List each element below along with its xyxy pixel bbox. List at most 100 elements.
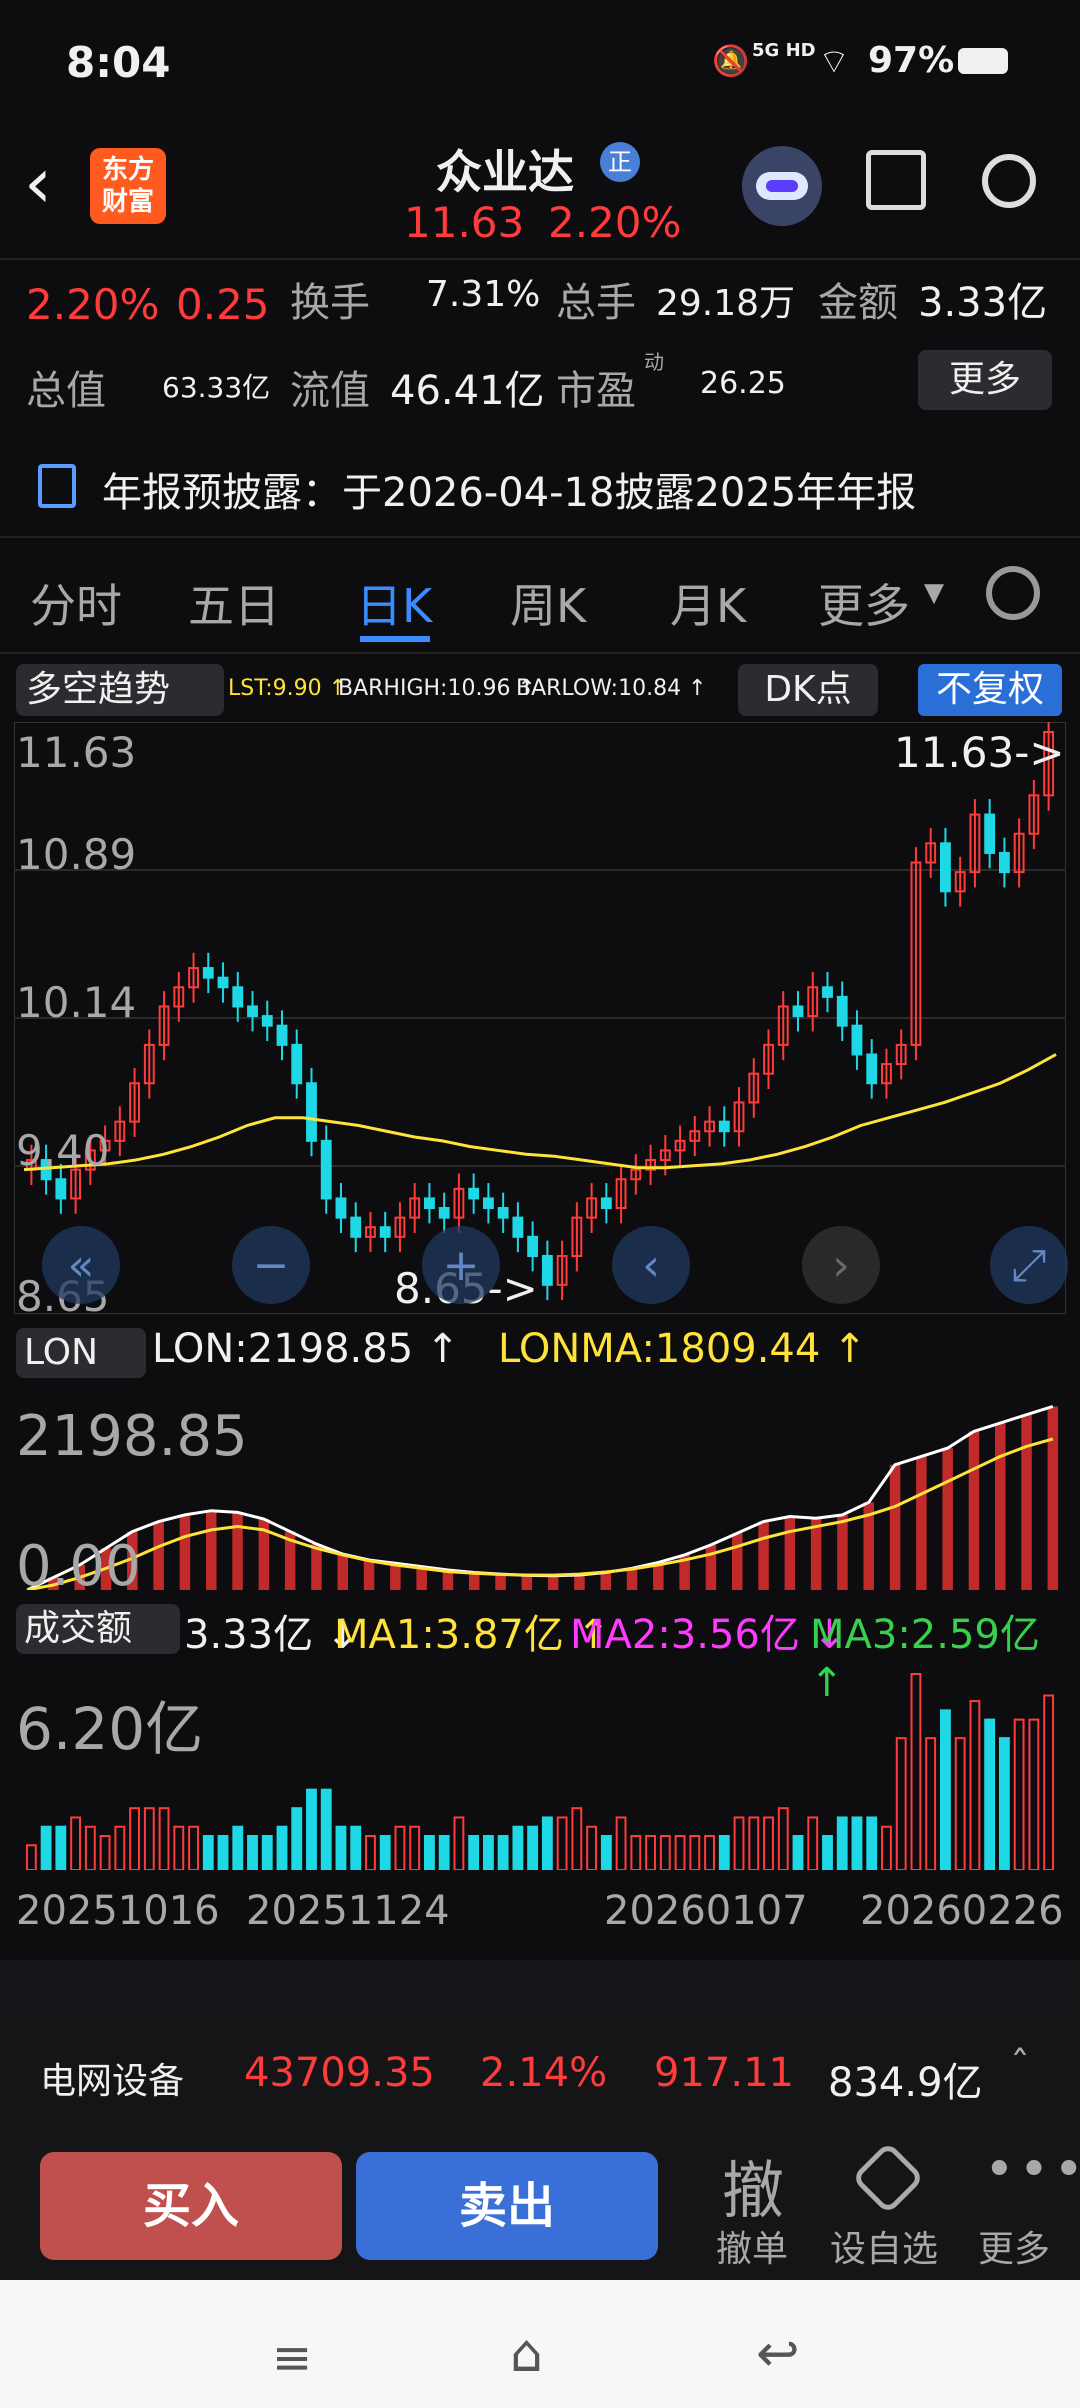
lon-y-top: 2198.85	[16, 1404, 248, 1469]
scroll-start-icon[interactable]: «	[42, 1226, 120, 1304]
add-watchlist-button[interactable]: 设自选	[826, 2140, 946, 2270]
lon-selector[interactable]: LON	[16, 1328, 146, 1378]
battery-label: 97%	[868, 40, 955, 81]
y-label-2: 10.89	[16, 830, 137, 879]
more-quote-button[interactable]: 更多	[918, 350, 1052, 410]
active-tab-indicator	[360, 636, 430, 642]
sell-button[interactable]: 卖出	[356, 2152, 658, 2260]
settings-gear-icon[interactable]	[986, 566, 1040, 620]
candle	[600, 1197, 612, 1210]
volume-bar	[84, 1825, 96, 1870]
share-icon[interactable]	[866, 150, 926, 210]
tab-more[interactable]: 更多	[818, 570, 910, 636]
volume-bar	[954, 1737, 966, 1870]
scroll-left-icon[interactable]: ‹	[612, 1226, 690, 1304]
volume-bar	[541, 1816, 553, 1870]
notice-icon	[38, 464, 76, 508]
lon-bar	[574, 1574, 585, 1590]
volume-bar	[497, 1835, 509, 1870]
vol-y-top: 6.20亿	[16, 1695, 204, 1763]
candle	[541, 1255, 553, 1286]
volume-selector[interactable]: 成交额	[16, 1604, 180, 1654]
volume-bar	[615, 1816, 627, 1870]
candle	[379, 1226, 391, 1238]
volume-bar	[217, 1835, 229, 1870]
indicator-selector[interactable]: 多空趋势	[16, 664, 224, 716]
volume-bar	[55, 1825, 67, 1870]
lonma-value: LONMA:1809.44 ↑	[498, 1326, 867, 1372]
fullscreen-icon[interactable]: ⤢	[990, 1226, 1068, 1304]
home-icon[interactable]: ⌂	[510, 2324, 543, 2384]
candle	[335, 1197, 347, 1219]
chevron-up-icon[interactable]: ˆ	[1010, 2044, 1030, 2090]
volume-bar	[674, 1835, 686, 1870]
kline-chart[interactable]	[14, 722, 1066, 1314]
battery-icon	[958, 48, 1008, 74]
search-icon[interactable]	[982, 154, 1036, 208]
float-label: 流值	[290, 368, 370, 414]
stock-badge: 正	[600, 142, 640, 182]
candle	[217, 976, 229, 989]
turnover-value: 7.31%	[426, 274, 541, 315]
volume-bar	[792, 1835, 804, 1870]
quote-change-pct: 2.20%	[26, 280, 160, 329]
amount-label: 金额	[818, 280, 898, 326]
tab-5day[interactable]: 五日	[188, 570, 280, 636]
lon-bar	[810, 1518, 822, 1590]
app-logo[interactable]: 东方 财富	[90, 148, 166, 224]
dk-point-button[interactable]: DK点	[738, 664, 878, 716]
candle	[497, 1207, 509, 1219]
volume-bar	[600, 1835, 612, 1870]
tab-minute[interactable]: 分时	[30, 570, 122, 636]
assistant-avatar[interactable]	[742, 146, 822, 226]
volume-bar	[851, 1816, 863, 1870]
lon-bar	[968, 1431, 980, 1590]
volume-bar	[969, 1700, 981, 1870]
sector-pct: 2.14%	[480, 2050, 608, 2096]
lon-bar	[600, 1572, 612, 1590]
candle	[866, 1053, 878, 1085]
watchlist-label: 设自选	[830, 2229, 939, 2270]
lon-bar	[311, 1544, 322, 1590]
candle	[527, 1235, 539, 1258]
buy-button[interactable]: 买入	[40, 2152, 342, 2260]
volume-bar	[291, 1807, 303, 1870]
more-actions-button[interactable]: ••• 更多	[962, 2140, 1080, 2270]
float-value: 46.41亿	[390, 368, 545, 414]
volume-bar	[158, 1807, 170, 1870]
lon-bar	[495, 1574, 506, 1590]
panel-gap	[0, 1960, 1080, 2010]
zoom-in-icon[interactable]: +	[422, 1226, 500, 1304]
x-label-4: 20260226	[860, 1888, 1064, 1934]
mute-icon: 🔕	[712, 44, 750, 79]
no-adjust-button[interactable]: 不复权	[918, 664, 1062, 716]
lon-y-bottom: 0.00	[16, 1534, 141, 1599]
barhigh-value: BARHIGH:10.96 ↑	[338, 676, 536, 701]
zoom-out-icon[interactable]: −	[232, 1226, 310, 1304]
logo-line1: 东方	[101, 155, 154, 185]
lon-bar	[784, 1516, 796, 1590]
tab-day-k[interactable]: 日K	[356, 570, 432, 636]
cancel-order-button[interactable]: 撤 撤单	[704, 2140, 824, 2270]
back-nav-icon[interactable]: ↩	[756, 2324, 800, 2384]
volume-bar	[468, 1835, 480, 1870]
volume-bar	[409, 1825, 421, 1870]
lon-bar	[468, 1572, 480, 1590]
menu-icon[interactable]: ≡	[272, 2330, 312, 2386]
tab-week-k[interactable]: 周K	[510, 570, 586, 636]
volume-bar	[910, 1673, 922, 1870]
volume-bar	[143, 1807, 155, 1870]
back-icon[interactable]: ‹	[24, 148, 52, 218]
volume-bar	[114, 1825, 126, 1870]
notice-text[interactable]: 年报预披露：于2026-04-18披露2025年年报	[102, 460, 916, 518]
cancel-big-icon: 撤	[722, 2154, 785, 2227]
scroll-right-icon[interactable]: ›	[802, 1226, 880, 1304]
candle	[836, 995, 848, 1027]
pe-superscript: 动	[644, 350, 664, 374]
tab-month-k[interactable]: 月K	[670, 570, 746, 636]
pe-label: 市盈	[556, 368, 636, 414]
stock-header: ‹ 东方 财富 众业达 正 11.63 2.20%	[0, 130, 1080, 260]
sector-bar[interactable]: 电网设备 43709.35 2.14% 917.11 834.9亿 ˆ	[0, 2010, 1080, 2130]
volume-bar	[188, 1825, 199, 1870]
lon-bar	[179, 1514, 191, 1590]
